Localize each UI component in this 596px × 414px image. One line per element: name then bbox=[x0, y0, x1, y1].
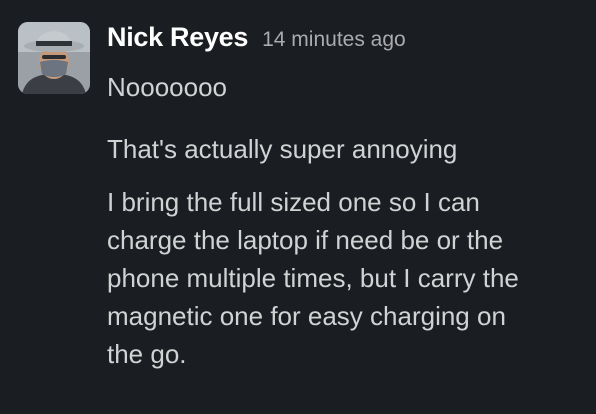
avatar[interactable] bbox=[18, 22, 90, 94]
message-line: That's actually super annoying bbox=[107, 134, 458, 164]
author-name[interactable]: Nick Reyes bbox=[107, 22, 248, 53]
paragraph-line: charge the laptop if need be or the bbox=[107, 225, 504, 255]
chat-message: Nick Reyes 14 minutes ago Nooooooo That'… bbox=[0, 0, 596, 414]
paragraph-line: the go. bbox=[107, 339, 187, 369]
paragraph-line: phone multiple times, but I carry the bbox=[107, 263, 519, 293]
message-header: Nick Reyes 14 minutes ago bbox=[107, 22, 587, 62]
message-paragraph: I bring the full sized one so I can char… bbox=[107, 183, 587, 373]
paragraph-line: I bring the full sized one so I can bbox=[107, 187, 480, 217]
paragraph-line: magnetic one for easy charging on bbox=[107, 301, 506, 331]
message-content: Nick Reyes 14 minutes ago Nooooooo That'… bbox=[107, 22, 587, 373]
message-line: Nooooooo bbox=[107, 72, 227, 102]
avatar-photo-icon bbox=[18, 22, 90, 94]
message-timestamp[interactable]: 14 minutes ago bbox=[262, 28, 406, 52]
